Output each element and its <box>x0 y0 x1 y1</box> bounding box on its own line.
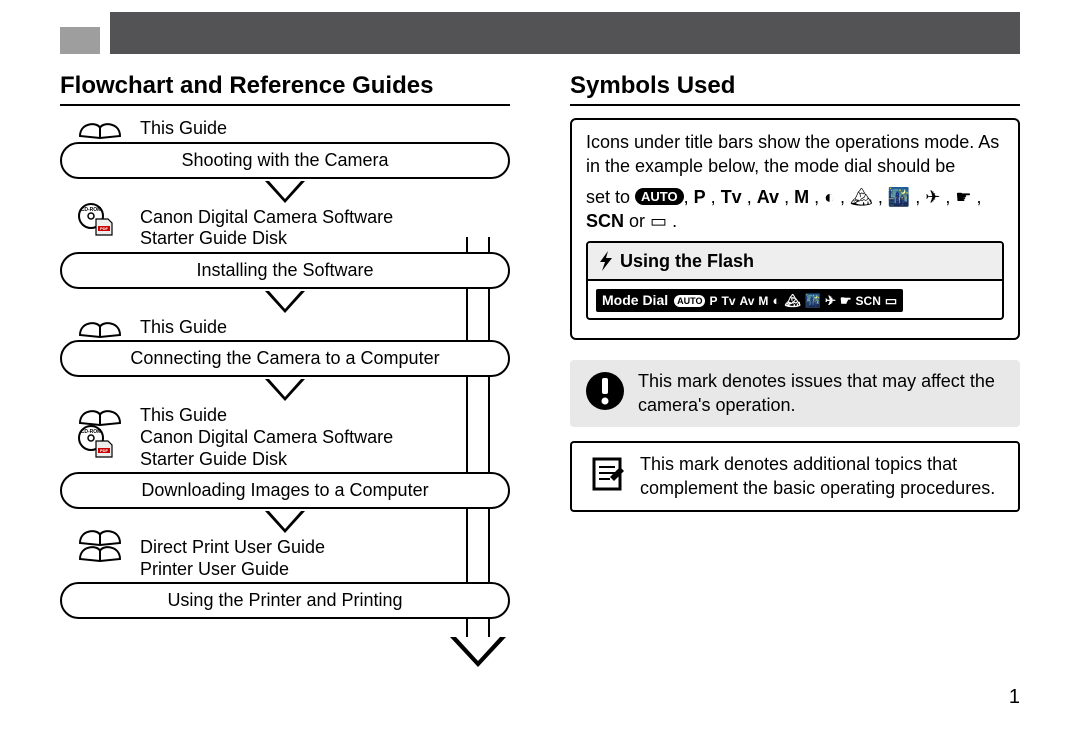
memo-note: This mark denotes additional topics that… <box>570 441 1020 512</box>
flowchart-step: Direct Print User Guide Printer User Gui… <box>60 537 510 619</box>
mode-night-icon: 🌃 <box>888 187 910 207</box>
mode-fast-shutter-icon: ✈ <box>825 292 836 310</box>
mode-landscape-icon: 🏔 <box>850 187 873 207</box>
step-ref: Starter Guide Disk <box>140 449 287 469</box>
header-bar <box>60 12 1020 54</box>
flowchart-step: CD-ROM PDF This Guide Canon Digital Came… <box>60 405 510 509</box>
svg-text:PDF: PDF <box>100 226 109 231</box>
intro-text: Icons under title bars show the operatio… <box>586 132 974 152</box>
step-ref: This Guide <box>140 405 227 425</box>
arrow-down-icon <box>265 181 305 203</box>
header-main-bar <box>110 12 1020 54</box>
mode-av: Av <box>757 187 779 207</box>
warning-note: This mark denotes issues that may affect… <box>570 360 1020 427</box>
example-panel: Using the Flash Mode Dial AUTO P Tv Av M <box>586 241 1004 320</box>
flowchart-heading: Flowchart and Reference Guides <box>60 72 510 106</box>
arrow-down-icon <box>265 291 305 313</box>
mode-landscape-icon: 🏔 <box>784 292 801 310</box>
mode-night-icon: 🌃 <box>805 292 821 310</box>
mode-p: P <box>694 187 706 207</box>
svg-text:CD-ROM: CD-ROM <box>81 429 102 435</box>
warning-text: This mark denotes issues that may affect… <box>638 370 1006 417</box>
mode-dial-row: Mode Dial AUTO P Tv Av M ◐ 🏔 🌃 ✈ <box>596 289 903 312</box>
mode-tv: Tv <box>721 187 742 207</box>
cdrom-pdf-icon: CD-ROM PDF <box>74 425 118 459</box>
mode-portrait-icon: ◐ <box>824 187 835 207</box>
step-action: Downloading Images to a Computer <box>60 472 510 509</box>
svg-text:PDF: PDF <box>100 448 109 453</box>
step-ref: Canon Digital Camera Software <box>140 207 393 227</box>
mode-scn: SCN <box>586 211 624 231</box>
mode-tv: Tv <box>721 293 735 309</box>
page-number: 1 <box>1009 686 1020 709</box>
cdrom-pdf-icon: CD-ROM PDF <box>74 203 118 237</box>
example-title: Using the Flash <box>620 249 754 273</box>
mode-m: M <box>758 293 768 309</box>
mode-av: Av <box>740 293 755 309</box>
mode-fast-shutter-icon: ✈ <box>925 187 940 207</box>
mode-slow-shutter-icon: ☛ <box>955 187 971 207</box>
step-action: Installing the Software <box>60 252 510 289</box>
flowchart-step: This Guide Shooting with the Camera <box>60 118 510 179</box>
mode-m: M <box>794 187 809 207</box>
mode-stitch-icon: ▭ <box>650 211 667 231</box>
step-action: Connecting the Camera to a Computer <box>60 340 510 377</box>
mode-stitch-icon: ▭ <box>885 292 897 310</box>
arrow-down-icon <box>265 511 305 533</box>
mode-slow-shutter-icon: ☛ <box>840 292 852 310</box>
book-icon <box>78 313 122 339</box>
step-ref: Starter Guide Disk <box>140 228 287 248</box>
mode-list: set to AUTO, P , Tv , Av , M , ◐ , 🏔 , 🌃… <box>586 185 1004 234</box>
flash-icon <box>598 251 614 271</box>
svg-text:CD-ROM: CD-ROM <box>81 207 102 213</box>
mode-auto-badge: AUTO <box>635 188 684 206</box>
mode-portrait-icon: ◐ <box>772 292 780 310</box>
mode-dial-label: Mode Dial <box>602 291 668 310</box>
arrow-down-icon <box>265 379 305 401</box>
warning-icon <box>584 370 626 412</box>
symbols-heading: Symbols Used <box>570 72 1020 106</box>
step-ref: This Guide <box>140 118 227 138</box>
step-ref: Direct Print User Guide <box>140 537 325 557</box>
header-accent-block <box>60 27 100 54</box>
step-action: Using the Printer and Printing <box>60 582 510 619</box>
book-stack-icon <box>78 527 122 567</box>
memo-text: This mark denotes additional topics that… <box>640 453 1004 500</box>
flowchart-step: This Guide Connecting the Camera to a Co… <box>60 317 510 378</box>
book-icon <box>78 114 122 140</box>
book-icon <box>78 401 122 427</box>
step-action: Shooting with the Camera <box>60 142 510 179</box>
step-ref: Canon Digital Camera Software <box>140 427 393 447</box>
mode-scn: SCN <box>856 293 881 309</box>
mode-auto-badge: AUTO <box>674 295 705 307</box>
memo-icon <box>586 453 628 495</box>
symbols-intro-box: Icons under title bars show the operatio… <box>570 118 1020 340</box>
mode-p: P <box>709 293 717 309</box>
flowchart-step: CD-ROM PDF Canon Digital Camera Software… <box>60 207 510 289</box>
step-ref: This Guide <box>140 317 227 337</box>
step-ref: Printer User Guide <box>140 559 289 579</box>
